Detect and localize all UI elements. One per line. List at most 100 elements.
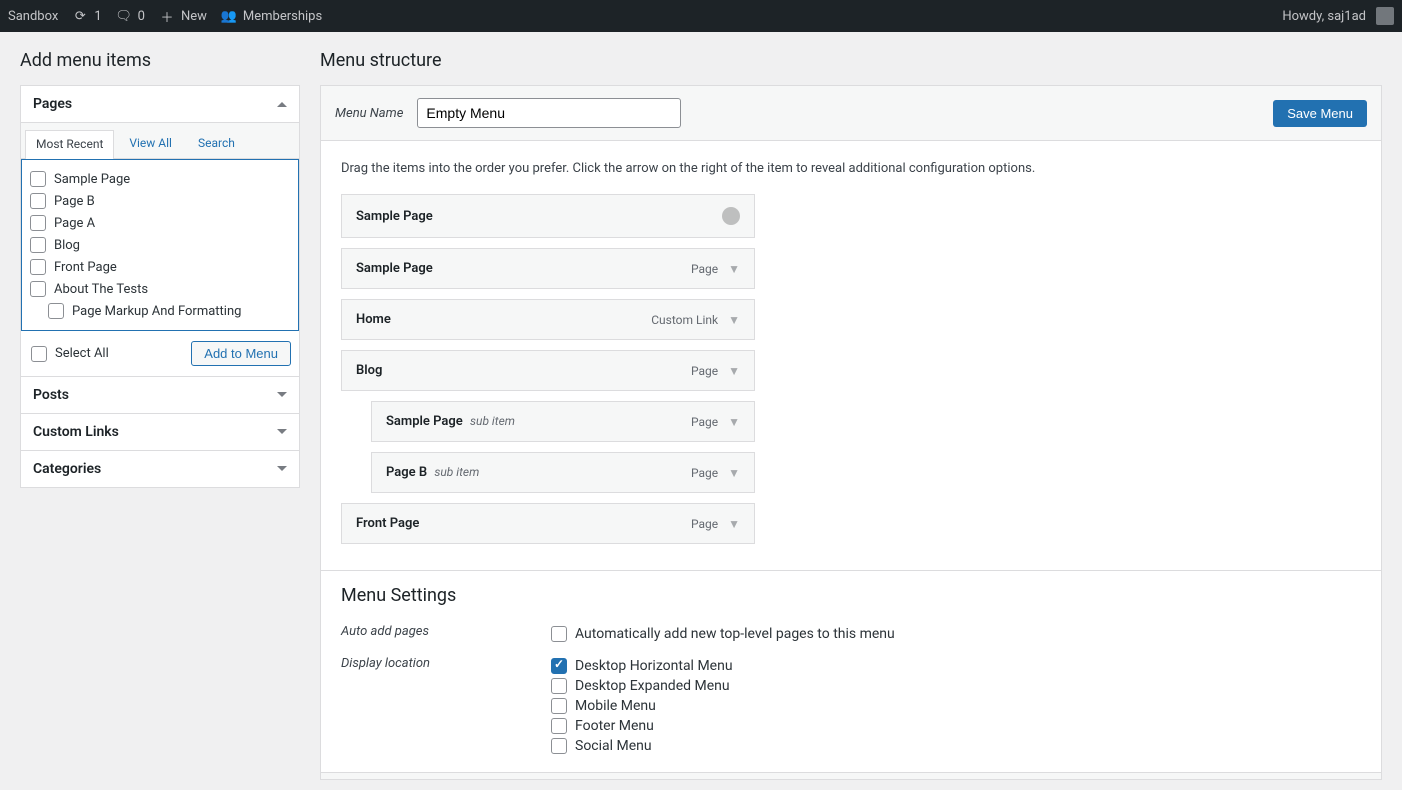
menu-item-type: Page	[691, 262, 718, 276]
location-row[interactable]: Desktop Expanded Menu	[551, 676, 1361, 696]
location-label: Footer Menu	[575, 718, 654, 734]
site-link[interactable]: Sandbox	[8, 9, 58, 24]
auto-add-checkbox[interactable]	[551, 626, 567, 642]
chevron-down-icon[interactable]: ▼	[728, 517, 740, 531]
page-checkbox-label: Front Page	[54, 260, 117, 275]
menu-item[interactable]: Sample Page Page ▼	[341, 248, 755, 289]
location-checkbox[interactable]	[551, 658, 567, 674]
accordion-custom-links-header[interactable]: Custom Links	[21, 413, 299, 450]
accordion-pages-label: Pages	[33, 96, 72, 112]
location-row[interactable]: Mobile Menu	[551, 696, 1361, 716]
page-checkbox-row[interactable]: About The Tests	[28, 278, 292, 300]
save-menu-button[interactable]: Save Menu	[1273, 100, 1367, 127]
page-checkbox-row[interactable]: Front Page	[28, 256, 292, 278]
display-location-row: Display location Desktop Horizontal Menu…	[341, 650, 1361, 762]
pages-checklist[interactable]: Sample Page Page BPage A Blog Front Page Abo…	[21, 159, 299, 331]
location-row[interactable]: Social Menu	[551, 736, 1361, 756]
menu-name-input[interactable]	[417, 98, 681, 128]
tab-search[interactable]: Search	[187, 129, 246, 158]
menu-editor: Menu Name Save Menu Drag the items into …	[320, 85, 1382, 780]
chevron-down-icon[interactable]: ▼	[728, 364, 740, 378]
auto-add-option-row[interactable]: Automatically add new top-level pages to…	[551, 624, 1361, 644]
location-label: Desktop Horizontal Menu	[575, 658, 733, 674]
menu-items-list: Sample Page Sample Page Page ▼ Home Custom Li…	[341, 194, 755, 544]
menu-item[interactable]: Sample Page sub itemPage▼	[371, 401, 755, 442]
select-all-checkbox[interactable]	[31, 346, 47, 362]
caret-down-icon	[277, 429, 287, 439]
location-checkbox[interactable]	[551, 678, 567, 694]
chevron-down-icon[interactable]: ▼	[728, 466, 740, 480]
updates-link[interactable]: ⟳1	[72, 8, 101, 24]
page-checkbox-label: Sample Page	[54, 172, 130, 187]
page-checkbox-row[interactable]: Page B	[28, 190, 292, 212]
menu-item-title: Home	[356, 312, 391, 327]
menu-item[interactable]: Sample Page	[341, 194, 755, 238]
add-menu-items-heading: Add menu items	[20, 50, 300, 71]
page-checkbox-row[interactable]: Page A	[28, 212, 292, 234]
admin-toolbar: Sandbox ⟳1 🗨0 ＋New 👥Memberships Howdy, s…	[0, 0, 1402, 32]
location-checkbox[interactable]	[551, 738, 567, 754]
menu-structure-heading: Menu structure	[320, 50, 1382, 71]
location-label: Desktop Expanded Menu	[575, 678, 730, 694]
page-checkbox-row[interactable]: Blog	[28, 234, 292, 256]
location-row[interactable]: Desktop Horizontal Menu	[551, 656, 1361, 676]
howdy-link[interactable]: Howdy, saj1ad	[1282, 9, 1366, 24]
chevron-down-icon[interactable]: ▼	[728, 415, 740, 429]
location-row[interactable]: Footer Menu	[551, 716, 1361, 736]
menu-item-title: Front Page	[356, 516, 419, 531]
menu-settings-heading: Menu Settings	[341, 585, 1361, 606]
display-location-label: Display location	[341, 656, 551, 671]
display-locations-list: Desktop Horizontal Menu Desktop Expanded …	[551, 656, 1361, 756]
pages-footer: Select All Add to Menu	[21, 331, 299, 376]
menu-item-title: Blog	[356, 363, 382, 378]
accordion-custom-links-label: Custom Links	[33, 424, 119, 440]
caret-up-icon	[277, 97, 287, 107]
chevron-down-icon[interactable]: ▼	[728, 313, 740, 327]
menu-item[interactable]: Front Page Page ▼	[341, 503, 755, 544]
avatar[interactable]	[1376, 7, 1394, 25]
page-checkbox[interactable]	[30, 259, 46, 275]
page-checkbox-label: Page Markup And Formatting	[72, 304, 241, 319]
location-checkbox[interactable]	[551, 718, 567, 734]
menu-item-type: Page	[691, 517, 718, 531]
tab-most-recent[interactable]: Most Recent	[25, 130, 114, 159]
accordion-categories-header[interactable]: Categories	[21, 450, 299, 487]
menu-item-type: Custom Link	[651, 313, 718, 327]
menu-item[interactable]: BlogPage▼	[341, 350, 755, 391]
comments-link[interactable]: 🗨0	[116, 8, 145, 24]
location-label: Mobile Menu	[575, 698, 656, 714]
page-checkbox[interactable]	[48, 303, 64, 319]
refresh-icon: ⟳	[72, 8, 88, 24]
page-checkbox[interactable]	[30, 171, 46, 187]
chevron-down-icon[interactable]: ▼	[728, 262, 740, 276]
new-link[interactable]: ＋New	[159, 8, 207, 24]
page-checkbox[interactable]	[30, 215, 46, 231]
page-checkbox-row[interactable]: Page Markup And Formatting	[28, 300, 292, 322]
memberships-link[interactable]: 👥Memberships	[221, 8, 322, 24]
comment-icon: 🗨	[116, 8, 132, 24]
page-checkbox[interactable]	[30, 193, 46, 209]
menu-item[interactable]: Page B sub itemPage▼	[371, 452, 755, 493]
auto-add-option-label: Automatically add new top-level pages to…	[575, 626, 895, 642]
menu-item-title: Sample Page	[356, 261, 433, 276]
accordion-posts-header[interactable]: Posts	[21, 376, 299, 413]
add-to-menu-button[interactable]: Add to Menu	[191, 341, 291, 366]
tab-view-all[interactable]: View All	[118, 129, 183, 158]
menu-item[interactable]: Home Custom Link ▼	[341, 299, 755, 340]
location-checkbox[interactable]	[551, 698, 567, 714]
plus-icon: ＋	[159, 8, 175, 24]
sub-item-label: sub item	[434, 465, 479, 479]
accordion-pages-header[interactable]: Pages	[21, 86, 299, 122]
page-checkbox[interactable]	[30, 281, 46, 297]
admin-toolbar-right: Howdy, saj1ad	[1282, 7, 1394, 25]
page-checkbox-row[interactable]: Sample Page	[28, 168, 292, 190]
menu-item-meta	[722, 207, 740, 225]
menu-item-type: Page	[691, 415, 718, 429]
auto-add-row: Auto add pages Automatically add new top…	[341, 618, 1361, 650]
group-icon: 👥	[221, 8, 237, 24]
page-checkbox-label: Blog	[54, 238, 80, 253]
menu-item-title: Sample Page	[356, 209, 433, 224]
page-checkbox[interactable]	[30, 237, 46, 253]
auto-add-pages-label: Auto add pages	[341, 624, 551, 639]
select-all-row[interactable]: Select All	[29, 343, 111, 365]
